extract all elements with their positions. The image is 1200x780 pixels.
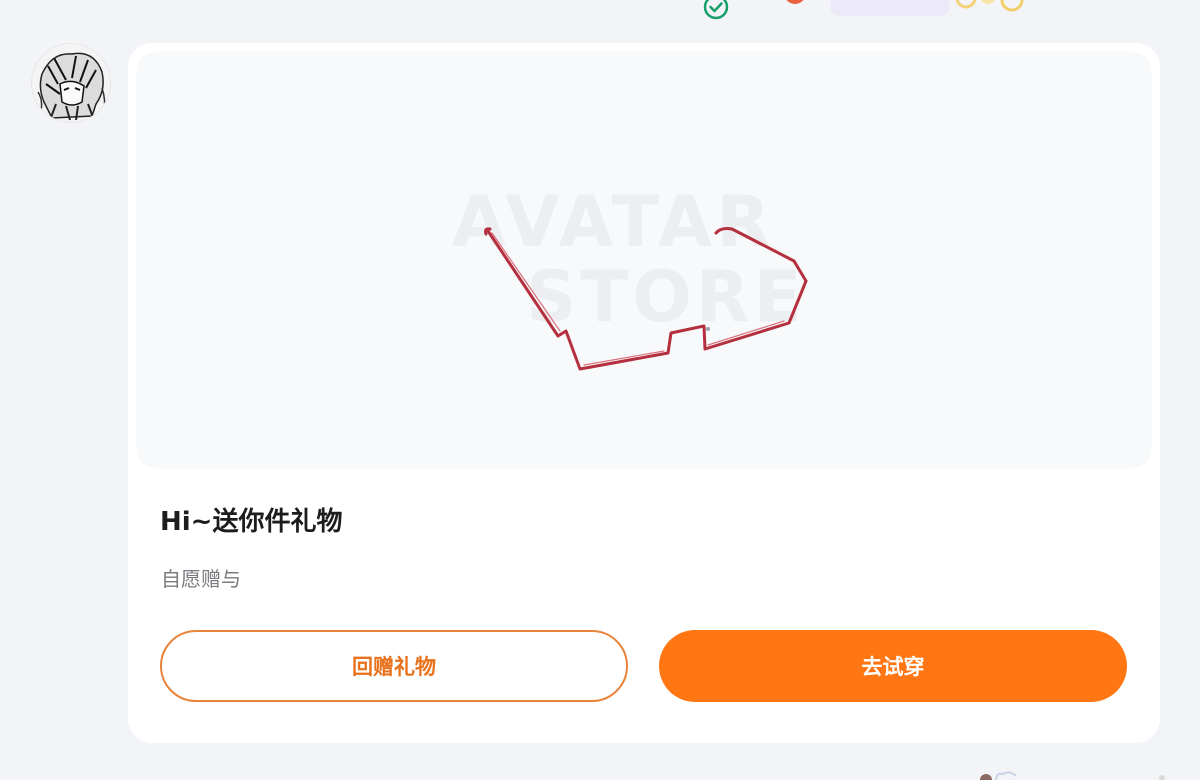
chat-page: AVATAR STORE Hi~送你件礼物 自愿赠与 回赠礼物 去试穿 — [0, 0, 1200, 780]
blurred-label — [830, 0, 950, 16]
card-subtitle: 自愿赠与 — [161, 567, 241, 591]
avatar-image — [32, 44, 110, 122]
reaction-icon — [784, 0, 806, 4]
coin-icon — [955, 0, 1024, 12]
check-circle-icon — [703, 0, 729, 20]
return-gift-label: 回赠礼物 — [352, 655, 436, 679]
previous-message-strip — [0, 0, 1200, 22]
card-title: Hi~送你件礼物 — [160, 507, 343, 537]
return-gift-button[interactable]: 回赠礼物 — [160, 630, 628, 702]
sender-avatar[interactable] — [32, 44, 110, 122]
gift-card: AVATAR STORE Hi~送你件礼物 自愿赠与 回赠礼物 去试穿 — [128, 43, 1160, 743]
gift-preview[interactable]: AVATAR STORE — [136, 51, 1152, 469]
glasses-icon — [484, 227, 808, 371]
reaction-icons — [980, 771, 1165, 780]
try-on-button[interactable]: 去试穿 — [659, 630, 1127, 702]
try-on-label: 去试穿 — [861, 655, 925, 679]
